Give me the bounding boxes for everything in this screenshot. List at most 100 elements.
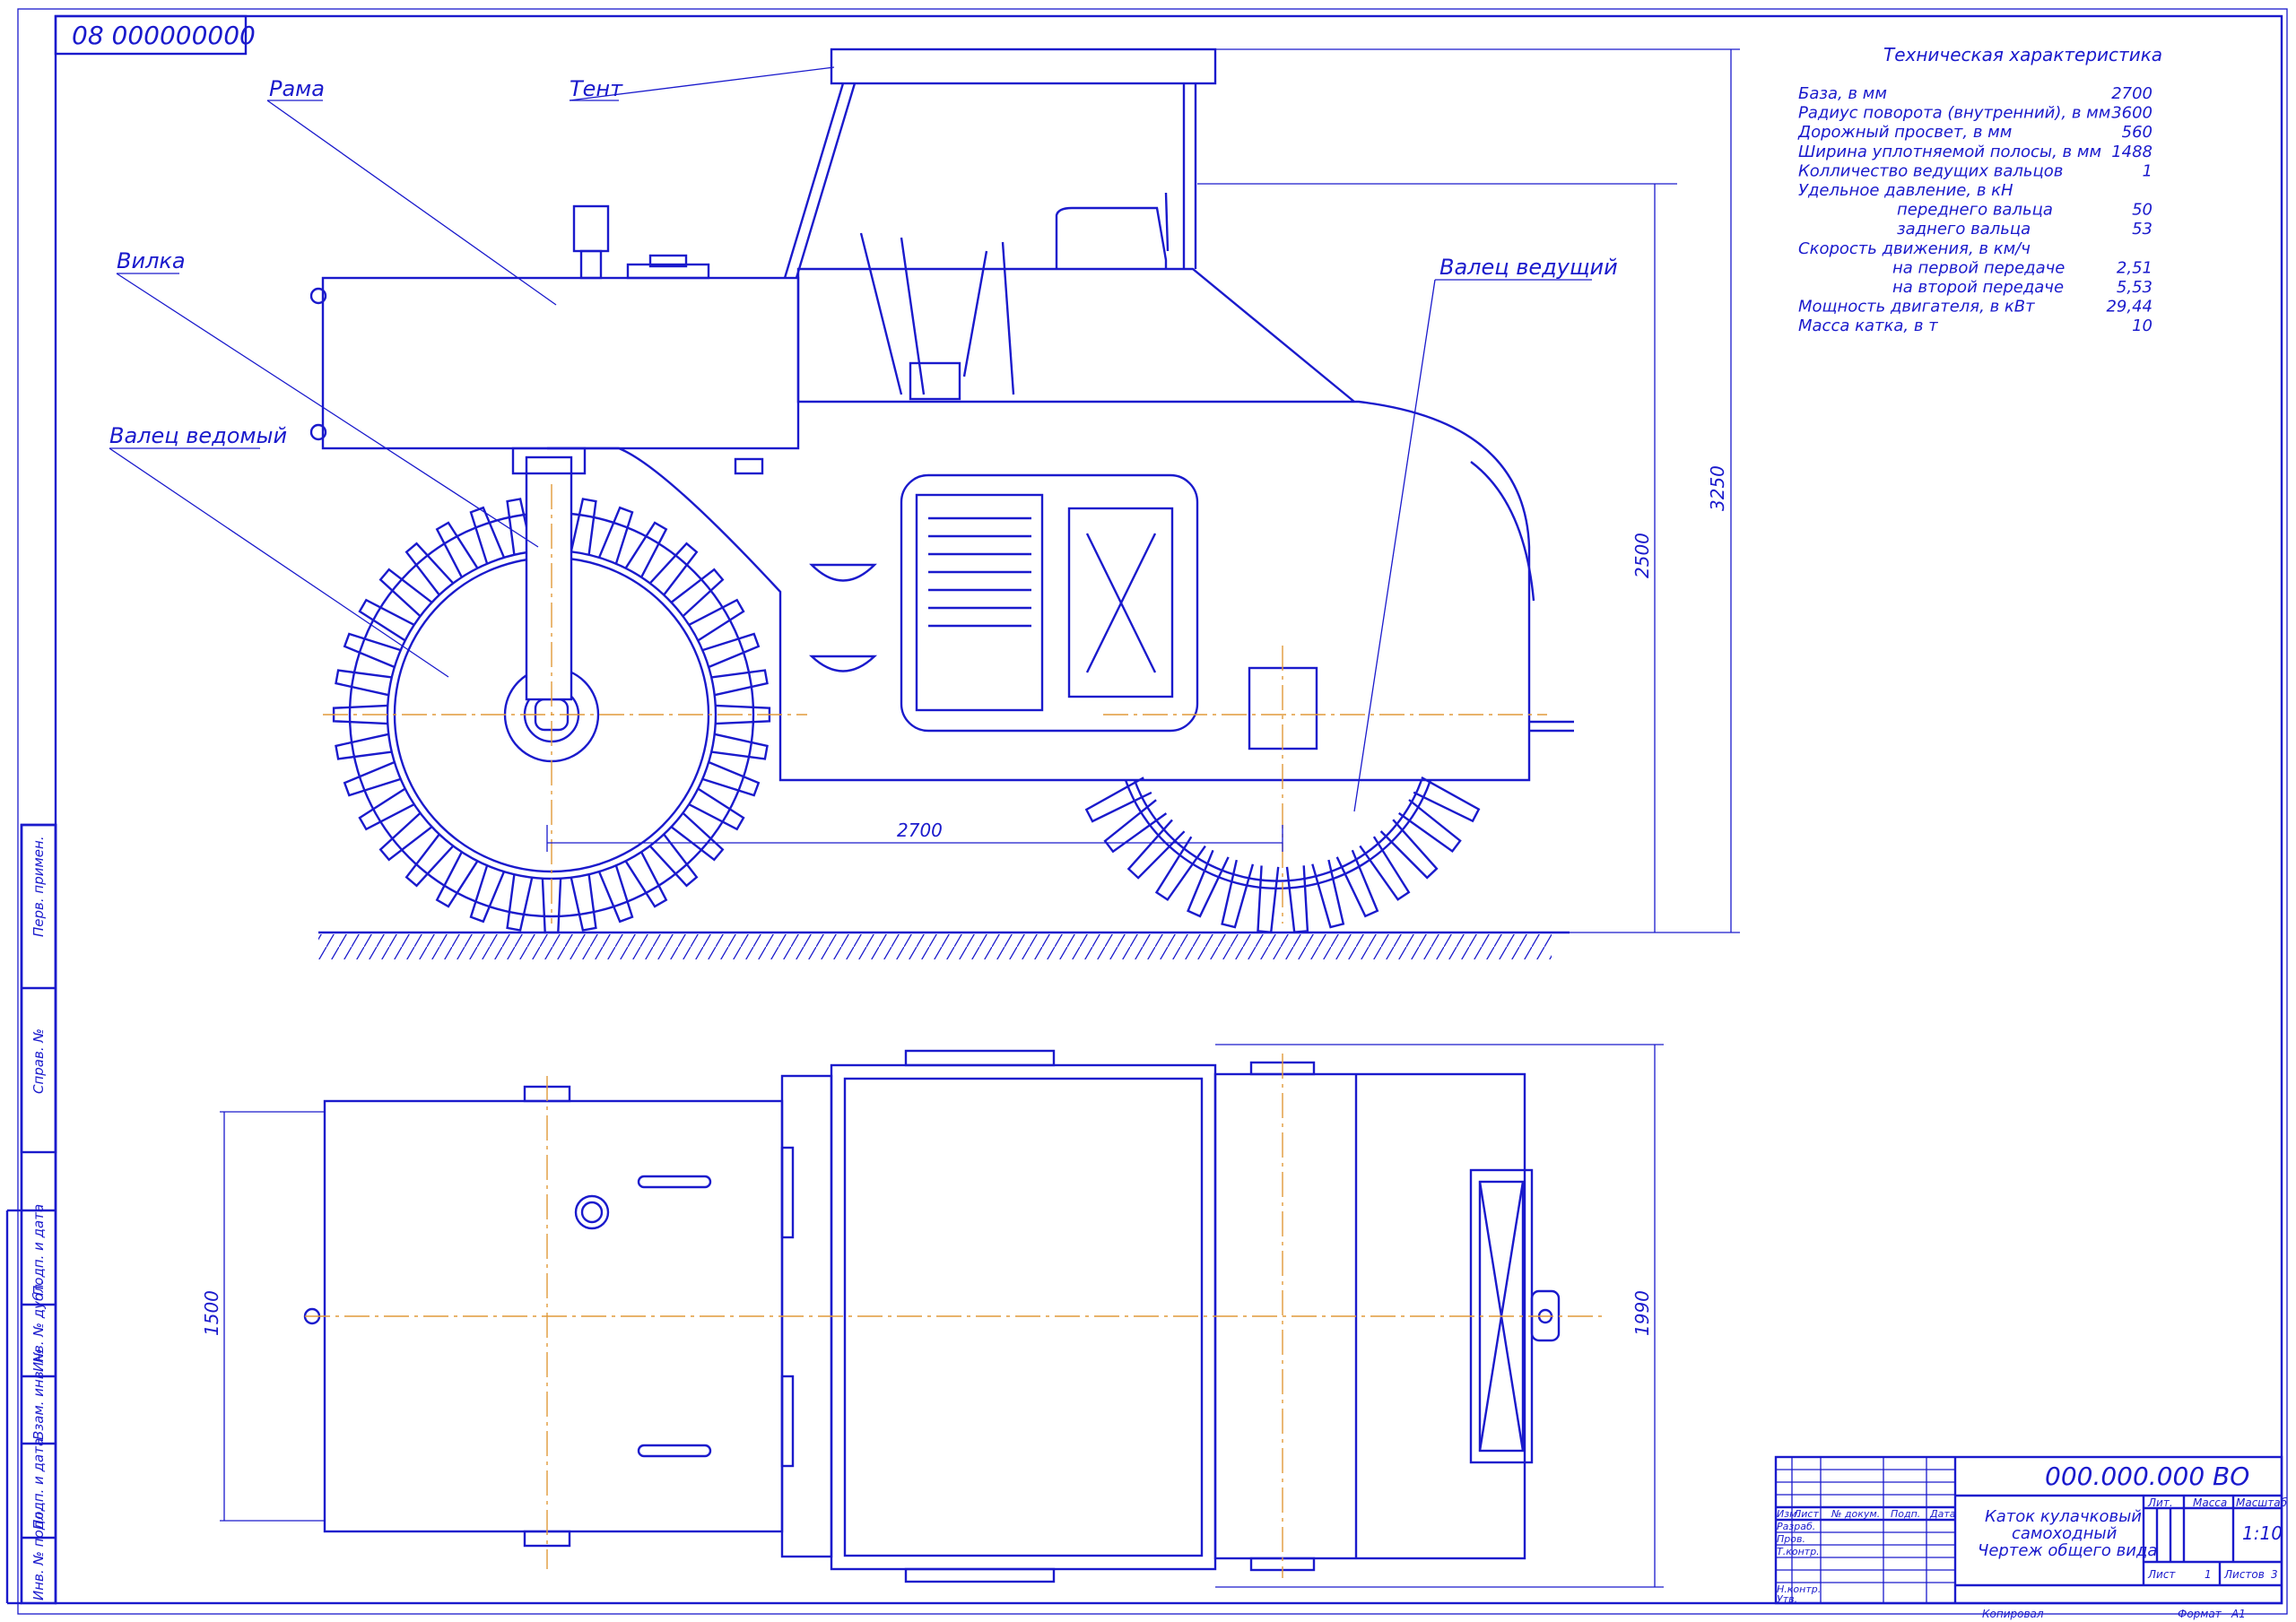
spec-value: 50	[2132, 201, 2152, 220]
ground-hatch	[318, 934, 1552, 959]
specs-block: Техническая характеристика База, в мм 270…	[1797, 44, 2162, 335]
fork	[525, 455, 573, 701]
tamping-pad	[435, 521, 479, 578]
spec-value: 2,51	[2117, 258, 2152, 277]
tb-name-1: Каток кулачковый	[1985, 1507, 2142, 1526]
tamping-pad	[1335, 849, 1379, 918]
tamping-pad	[570, 498, 597, 555]
tb-scale-label: Масштаб	[2236, 1496, 2288, 1509]
svg-text:Тент: Тент	[570, 76, 623, 101]
tb-col-header: Подп.	[1891, 1508, 1920, 1520]
spec-value: 29,44	[2106, 298, 2152, 317]
spec-value: 560	[2122, 123, 2152, 142]
tamping-pad	[469, 506, 506, 565]
side-stamp-4: Взам. инв. №	[30, 1349, 47, 1440]
tamping-pad	[701, 760, 761, 797]
callout-frame: Рама	[266, 76, 557, 306]
callout-fork: Вилка	[116, 248, 539, 548]
tb-sheet-label: Лист	[2147, 1568, 2176, 1581]
tamping-pad	[335, 669, 392, 697]
tamping-pad	[597, 864, 634, 924]
spec-label: на второй передаче	[1892, 278, 2064, 297]
tb-name-3: Чертеж общего вида	[1978, 1541, 2157, 1560]
spec-label: Радиус поворота (внутренний), в мм	[1798, 104, 2110, 123]
engine-grille	[915, 493, 1044, 712]
engine-panel	[900, 473, 1199, 733]
tamping-pad	[1187, 849, 1230, 918]
tamping-pad	[688, 787, 745, 831]
tb-role: Разраб.	[1777, 1521, 1815, 1532]
tb-copied: Копировал	[1982, 1608, 2044, 1620]
callout-drive-roller: Валец ведущий	[1353, 255, 1618, 812]
top-canopy	[830, 1063, 1217, 1571]
tb-sheet-no: 1	[2205, 1568, 2212, 1581]
svg-text:Валец ведомый: Валец ведомый	[109, 423, 287, 448]
tb-lit-label: Лит.	[2147, 1496, 2173, 1509]
grille-slats	[928, 516, 1031, 628]
tamping-pad	[1257, 865, 1280, 933]
spec-label: Ширина уплотняемой полосы, в мм	[1798, 143, 2101, 161]
top-stamp: 08 000000000	[54, 14, 256, 56]
canopy-roof	[830, 48, 1217, 85]
svg-text:Вилка: Вилка	[117, 248, 186, 273]
spec-value: 1488	[2111, 143, 2152, 161]
side-stamp-1: Справ. №	[30, 1028, 47, 1094]
tamping-pad	[1379, 819, 1439, 880]
tamping-pad	[469, 864, 506, 924]
spec-label: Колличество ведущих вальцов	[1798, 161, 2063, 180]
tb-role: Пров.	[1777, 1533, 1805, 1545]
tamping-pad	[1126, 819, 1186, 880]
tamping-pad	[1311, 859, 1345, 929]
tb-sheets-no: 3	[2271, 1568, 2278, 1581]
callout-driven-roller: Валец ведомый	[109, 423, 449, 678]
spec-label: переднего вальца	[1897, 201, 2053, 220]
tamping-pad	[1285, 865, 1309, 933]
tamping-pad	[1221, 859, 1255, 929]
tamping-pad	[624, 851, 668, 908]
spec-label: Скорость движения, в км/ч	[1798, 239, 2031, 258]
main-body	[547, 267, 1531, 782]
front-frame-box	[321, 276, 800, 450]
top-stamp-text: 08 000000000	[72, 21, 256, 50]
spec-label: Мощность двигателя, в кВт	[1798, 298, 2035, 317]
spec-label: Масса катка, в т	[1798, 317, 1938, 335]
dim-wheelbase: 2700	[897, 820, 943, 841]
tb-col-header: Лист	[1793, 1508, 1819, 1520]
spec-label: заднего вальца	[1897, 220, 2031, 239]
specs-title: Техническая характеристика	[1883, 44, 2162, 65]
tb-designation: 000.000.000 ВО	[2045, 1462, 2249, 1491]
tamping-pad	[1103, 799, 1168, 854]
spec-label: Дорожный просвет, в мм	[1797, 123, 2012, 142]
side-view: 2700 3250 2500 Рама Тент Вилка Валец вед	[109, 48, 1740, 959]
tamping-pad	[335, 733, 392, 760]
tamping-pad	[597, 506, 634, 565]
side-stamp-0: Перв. примен.	[30, 836, 47, 937]
tb-col-header: № докум.	[1831, 1508, 1880, 1520]
tb-mass-label: Масса	[2193, 1496, 2227, 1509]
tamping-pad	[1359, 836, 1411, 901]
tamping-pad	[570, 874, 597, 932]
tb-sheets-label: Листов	[2223, 1568, 2265, 1581]
tb-role: Утв.	[1777, 1593, 1797, 1605]
dim-total-width: 1990	[1631, 1290, 1653, 1336]
side-stamp-6: Инв. № подл.	[30, 1508, 47, 1600]
tamping-pad	[435, 851, 479, 908]
tb-scale: 1:10	[2242, 1522, 2283, 1544]
tamping-pad	[358, 598, 415, 642]
tb-role: Т.контр.	[1777, 1546, 1820, 1557]
tb-format-label: Формат	[2178, 1608, 2222, 1620]
title-block: Изм.Лист № докум. Подп. ДатаРазраб.Пров.Т.к…	[1774, 1455, 2288, 1620]
dim-total-height: 3250	[1707, 465, 1728, 511]
tamping-pad	[711, 733, 769, 760]
tamping-pad	[701, 632, 761, 669]
callout-canopy: Тент	[569, 66, 835, 101]
control-levers	[859, 232, 1015, 401]
drawing-sheet: 08 000000000 Перв. примен. Справ. № Подп…	[5, 8, 2288, 1620]
svg-text:Рама: Рама	[269, 76, 325, 101]
spec-value: 1	[2143, 161, 2152, 180]
tb-col-header: Дата	[1929, 1508, 1956, 1520]
top-view: 1500 1990	[201, 1044, 1664, 1588]
spec-label: на первой передаче	[1892, 258, 2065, 277]
spec-value: 53	[2132, 220, 2152, 239]
dim-height-seat: 2500	[1631, 533, 1653, 578]
